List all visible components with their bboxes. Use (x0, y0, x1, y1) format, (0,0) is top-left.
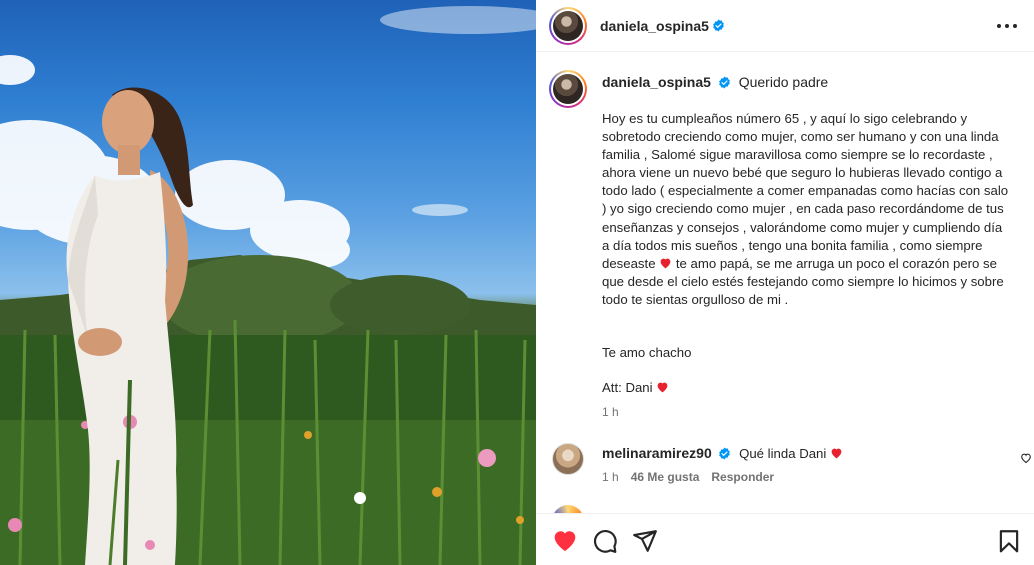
post-photo[interactable] (0, 0, 536, 565)
heart-filled-icon (554, 531, 576, 552)
share-icon (633, 530, 657, 552)
comment-line: melinaramirez90 Qué linda Dani (602, 445, 843, 461)
caption-timestamp[interactable]: 1 h (602, 405, 619, 419)
caption-body: Hoy es tu cumpleaños número 65 , y aquí … (602, 110, 1012, 309)
red-heart-emoji-icon (660, 258, 671, 269)
comment-reply-button[interactable]: Responder (711, 470, 774, 484)
red-heart-emoji-icon (831, 448, 842, 459)
heart-outline-icon[interactable] (1020, 452, 1032, 464)
verified-badge-icon (718, 76, 730, 89)
caption-body-text: Hoy es tu cumpleaños número 65 , y aquí … (602, 111, 1009, 271)
red-heart-emoji-icon (657, 382, 668, 393)
verified-badge-icon (713, 19, 724, 32)
post-details-panel: daniela_ospina5 daniela_ospina5 Querido … (536, 0, 1034, 565)
author-avatar[interactable] (549, 6, 587, 45)
post-photo-image (0, 6, 536, 565)
commenter-username[interactable]: melinaramirez90 (602, 445, 712, 461)
caption-signature: Att: Dani (602, 380, 669, 395)
caption-author-avatar[interactable] (549, 70, 587, 108)
comment-button[interactable] (592, 528, 618, 554)
comment-timestamp[interactable]: 1 h (602, 470, 619, 484)
caption-header: daniela_ospina5 Querido padre (602, 74, 828, 90)
caption-signature-text: Att: Dani (602, 380, 653, 395)
post-action-bar (536, 513, 1034, 565)
share-button[interactable] (632, 528, 658, 554)
post-header: daniela_ospina5 (536, 0, 1034, 52)
comment-icon (594, 530, 617, 553)
commenter-avatar[interactable] (552, 443, 584, 475)
caption-signoff: Te amo chacho (602, 345, 692, 360)
next-comment-avatar (552, 505, 584, 513)
verified-badge-icon (719, 447, 731, 460)
more-options-icon[interactable] (997, 17, 1017, 35)
save-button[interactable] (996, 528, 1022, 554)
author-username[interactable]: daniela_ospina5 (600, 18, 709, 34)
caption-title: Querido padre (738, 74, 829, 90)
comment-meta: 1 h 46 Me gusta Responder (602, 470, 774, 484)
caption-username[interactable]: daniela_ospina5 (602, 74, 711, 90)
comment-likes[interactable]: 46 Me gusta (631, 470, 700, 484)
comment-text: Qué linda Dani (739, 446, 827, 461)
bookmark-icon (999, 530, 1019, 553)
comment-item: melinaramirez90 Qué linda Dani 1 h 46 Me… (552, 443, 1031, 491)
like-button[interactable] (552, 528, 578, 554)
